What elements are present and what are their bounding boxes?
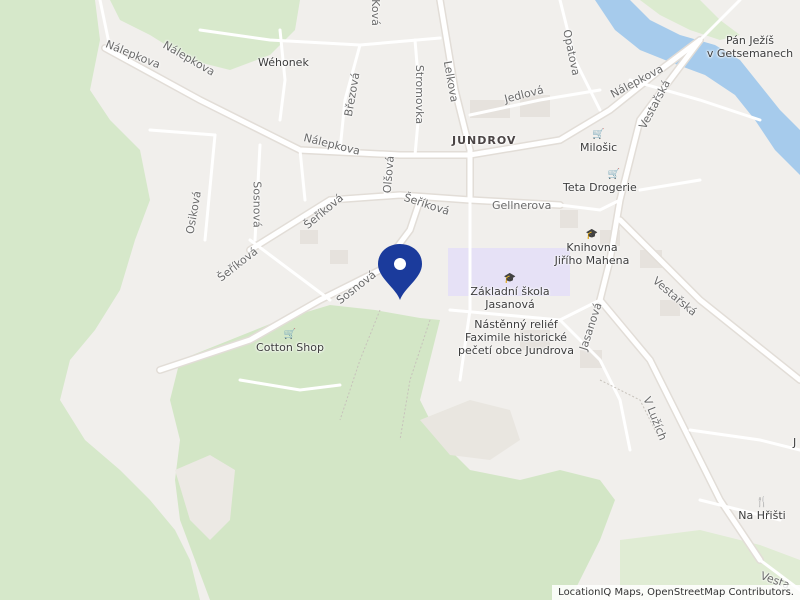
map-view[interactable]: Nálepkova Nálepkova Nálepkova Nálepkova … <box>0 0 800 600</box>
poi-label-cotton-shop: Cotton Shop <box>256 341 324 354</box>
basket-icon: 🛒 <box>607 169 621 180</box>
poi-relief[interactable]: Nástěnný reliéf Faximile historické peče… <box>452 318 580 357</box>
graduation-cap-icon: 🎓 <box>503 273 517 284</box>
poi-label-knihovna-1: Knihovna <box>566 241 618 254</box>
poi-milosic[interactable]: 🛒 Milošic <box>580 122 617 154</box>
poi-label-pan-jezis-2: v Getsemanech <box>706 47 794 60</box>
street-label-top: Ková <box>368 0 382 26</box>
fork-knife-icon: 🍴 <box>755 497 769 508</box>
place-label-edge-fragment: J <box>793 436 797 449</box>
poi-label-zakladni-skola-1: Základní škola <box>470 285 550 298</box>
poi-label-milosic: Milošic <box>580 141 618 154</box>
poi-zakladni-skola[interactable]: 🎓 Základní škola Jasanová <box>468 266 552 311</box>
map-attribution[interactable]: LocationIQ Maps, OpenStreetMap Contribut… <box>552 585 800 600</box>
basket-icon: 🛒 <box>592 129 605 140</box>
poi-label-teta-drogerie: Teta Drogerie <box>563 181 637 194</box>
poi-label-relief-3: pečetí obce Jundrova <box>458 344 574 357</box>
poi-pan-jezis[interactable]: Pán Ježíš v Getsemanech <box>700 34 800 60</box>
poi-label-zakladni-skola-2: Jasanová <box>485 298 535 311</box>
poi-na-hristi[interactable]: 🍴 Na Hřišti <box>734 490 790 522</box>
basket-icon: 🛒 <box>283 329 297 340</box>
district-label: JUNDROV <box>452 134 517 147</box>
poi-teta-drogerie[interactable]: 🛒 Teta Drogerie <box>563 162 637 194</box>
graduation-cap-icon: 🎓 <box>585 229 599 240</box>
poi-label-na-hristi: Na Hřišti <box>738 509 786 522</box>
location-pin-icon[interactable] <box>374 242 426 302</box>
poi-label-pan-jezis-1: Pán Ježíš <box>726 34 774 47</box>
poi-label-knihovna-2: Jiřího Mahena <box>554 254 630 267</box>
poi-knihovna[interactable]: 🎓 Knihovna Jiřího Mahena <box>552 222 632 267</box>
street-label-stromovka: Stromovka <box>413 64 427 125</box>
forest-area-west <box>0 0 200 600</box>
poi-label-relief-2: Faximile historické <box>465 331 567 344</box>
poi-cotton-shop[interactable]: 🛒 Cotton Shop <box>250 322 330 354</box>
place-label-wehonek: Wéhonek <box>258 56 309 69</box>
street-label-gellnerova: Gellnerova <box>492 199 552 212</box>
poi-label-relief-1: Nástěnný reliéf <box>474 318 558 331</box>
street-label-sosnova-1: Sosnová <box>250 181 264 228</box>
